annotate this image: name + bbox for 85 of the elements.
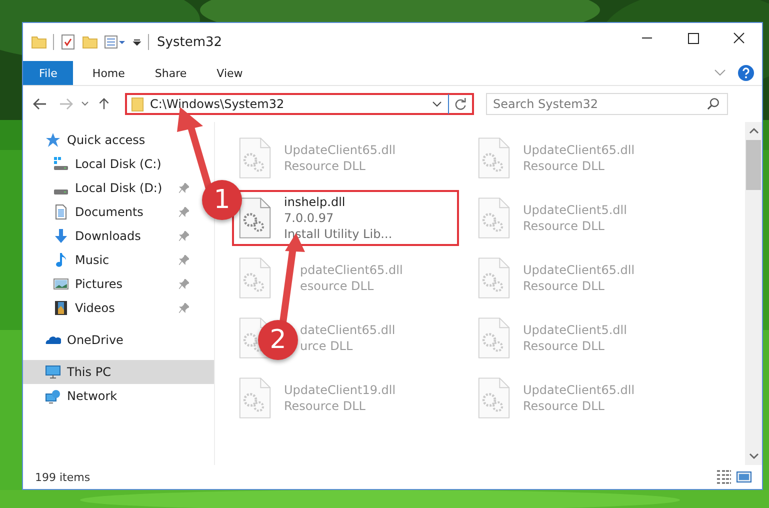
- file-detail: Resource DLL: [523, 398, 606, 414]
- star-icon: [45, 132, 61, 148]
- pin-icon[interactable]: [179, 207, 189, 217]
- music-icon: [53, 252, 69, 268]
- caret-icon[interactable]: [432, 101, 442, 107]
- file-name: UpdateClient65.dll: [523, 382, 635, 398]
- ribbon-tab[interactable]: Home: [77, 61, 140, 85]
- large-icons-view-icon[interactable]: [736, 469, 752, 485]
- scroll-thumb[interactable]: [746, 140, 761, 190]
- file-tile[interactable]: inshelp.dll 7.0.0.97 Install Utility Lib...: [232, 190, 459, 246]
- file-name: dateClient65.dll: [300, 322, 396, 338]
- file-detail: urce DLL: [300, 338, 354, 354]
- file-name: UpdateClient65.dll: [284, 142, 396, 158]
- pin-icon[interactable]: [179, 183, 189, 193]
- sidebar-item[interactable]: Local Disk (C:): [23, 152, 194, 176]
- address-bar[interactable]: C:\Windows\System32: [125, 93, 474, 115]
- document-icon: [53, 204, 69, 220]
- drive-icon: [53, 156, 69, 172]
- search-field[interactable]: Search System32: [486, 93, 728, 115]
- sidebar-item[interactable]: OneDrive: [23, 328, 214, 352]
- window-title: System32: [157, 34, 222, 50]
- file-name: UpdateClient5.dll: [523, 322, 627, 338]
- sidebar-item[interactable]: Documents: [23, 200, 194, 224]
- file-detail: Resource DLL: [284, 398, 366, 414]
- network-icon: [45, 388, 61, 404]
- settings-file-icon: [238, 196, 272, 240]
- picture-icon: [53, 276, 69, 292]
- settings-file-icon: [477, 196, 511, 240]
- pin-icon[interactable]: [179, 255, 189, 265]
- dropdown-icon[interactable]: [132, 37, 142, 47]
- download-icon: [53, 228, 69, 244]
- scroll-up-icon[interactable]: [748, 127, 758, 135]
- refresh-icon[interactable]: [454, 98, 467, 110]
- ribbon-tab[interactable]: Share: [140, 61, 202, 85]
- settings-file-icon: [238, 256, 272, 300]
- file-name: inshelp.dll: [284, 194, 346, 210]
- item-count: 199 items: [35, 470, 90, 484]
- sidebar-item[interactable]: Downloads: [23, 224, 194, 248]
- file-detail: Resource DLL: [523, 278, 606, 294]
- sidebar-item[interactable]: Pictures: [23, 272, 194, 296]
- address-path: C:\Windows\System32: [150, 97, 286, 111]
- sidebar-item[interactable]: Local Disk (D:): [23, 176, 194, 200]
- file-detail: Resource DLL: [284, 158, 366, 174]
- settings-file-icon: [238, 136, 272, 180]
- file-name: UpdateClient65.dll: [523, 142, 635, 158]
- pin-icon[interactable]: [179, 303, 189, 313]
- up-arrow-icon[interactable]: [97, 98, 111, 110]
- ribbon-tab[interactable]: View: [202, 61, 258, 85]
- file-name: UpdateClient19.dll: [284, 382, 396, 398]
- file-name: UpdateClient5.dll: [523, 202, 627, 218]
- sidebar-item[interactable]: Videos: [23, 296, 194, 320]
- file-detail: 7.0.0.97: [284, 210, 335, 226]
- sidebar-item[interactable]: Network: [23, 384, 214, 408]
- caret-icon[interactable]: [81, 101, 89, 107]
- sidebar-item[interactable]: Music: [23, 248, 194, 272]
- settings-file-icon: [477, 376, 511, 420]
- file-tab[interactable]: File: [23, 61, 74, 85]
- scroll-down-icon[interactable]: [748, 452, 758, 460]
- pin-icon[interactable]: [179, 279, 189, 289]
- scrollbar[interactable]: [745, 122, 762, 465]
- search-icon: [707, 97, 720, 110]
- drive-icon: [53, 189, 69, 195]
- file-detail: Install Utility Lib...: [284, 226, 392, 242]
- settings-file-icon: [477, 136, 511, 180]
- details-view-icon[interactable]: [716, 469, 732, 485]
- file-detail: Resource DLL: [523, 158, 606, 174]
- sidebar-item[interactable]: Quick access: [23, 128, 214, 152]
- folder-icon: [131, 96, 144, 112]
- back-arrow-icon[interactable]: [33, 98, 47, 110]
- file-detail: Resource DLL: [523, 218, 606, 234]
- file-name: UpdateClient65.dll: [523, 262, 635, 278]
- settings-file-icon: [477, 256, 511, 300]
- settings-file-icon: [238, 376, 272, 420]
- properties-icon[interactable]: [104, 34, 126, 50]
- film-icon: [53, 300, 69, 316]
- settings-file-icon: [477, 316, 511, 360]
- checklist-icon[interactable]: [60, 34, 76, 50]
- monitor-icon: [45, 364, 61, 380]
- chevron-icon[interactable]: [714, 69, 726, 77]
- file-name: pdateClient65.dll: [300, 262, 403, 278]
- file-detail: esource DLL: [300, 278, 375, 294]
- file-detail: Resource DLL: [523, 338, 606, 354]
- sidebar-item[interactable]: This PC: [23, 360, 214, 384]
- help-icon[interactable]: [738, 65, 754, 81]
- pin-icon[interactable]: [179, 231, 189, 241]
